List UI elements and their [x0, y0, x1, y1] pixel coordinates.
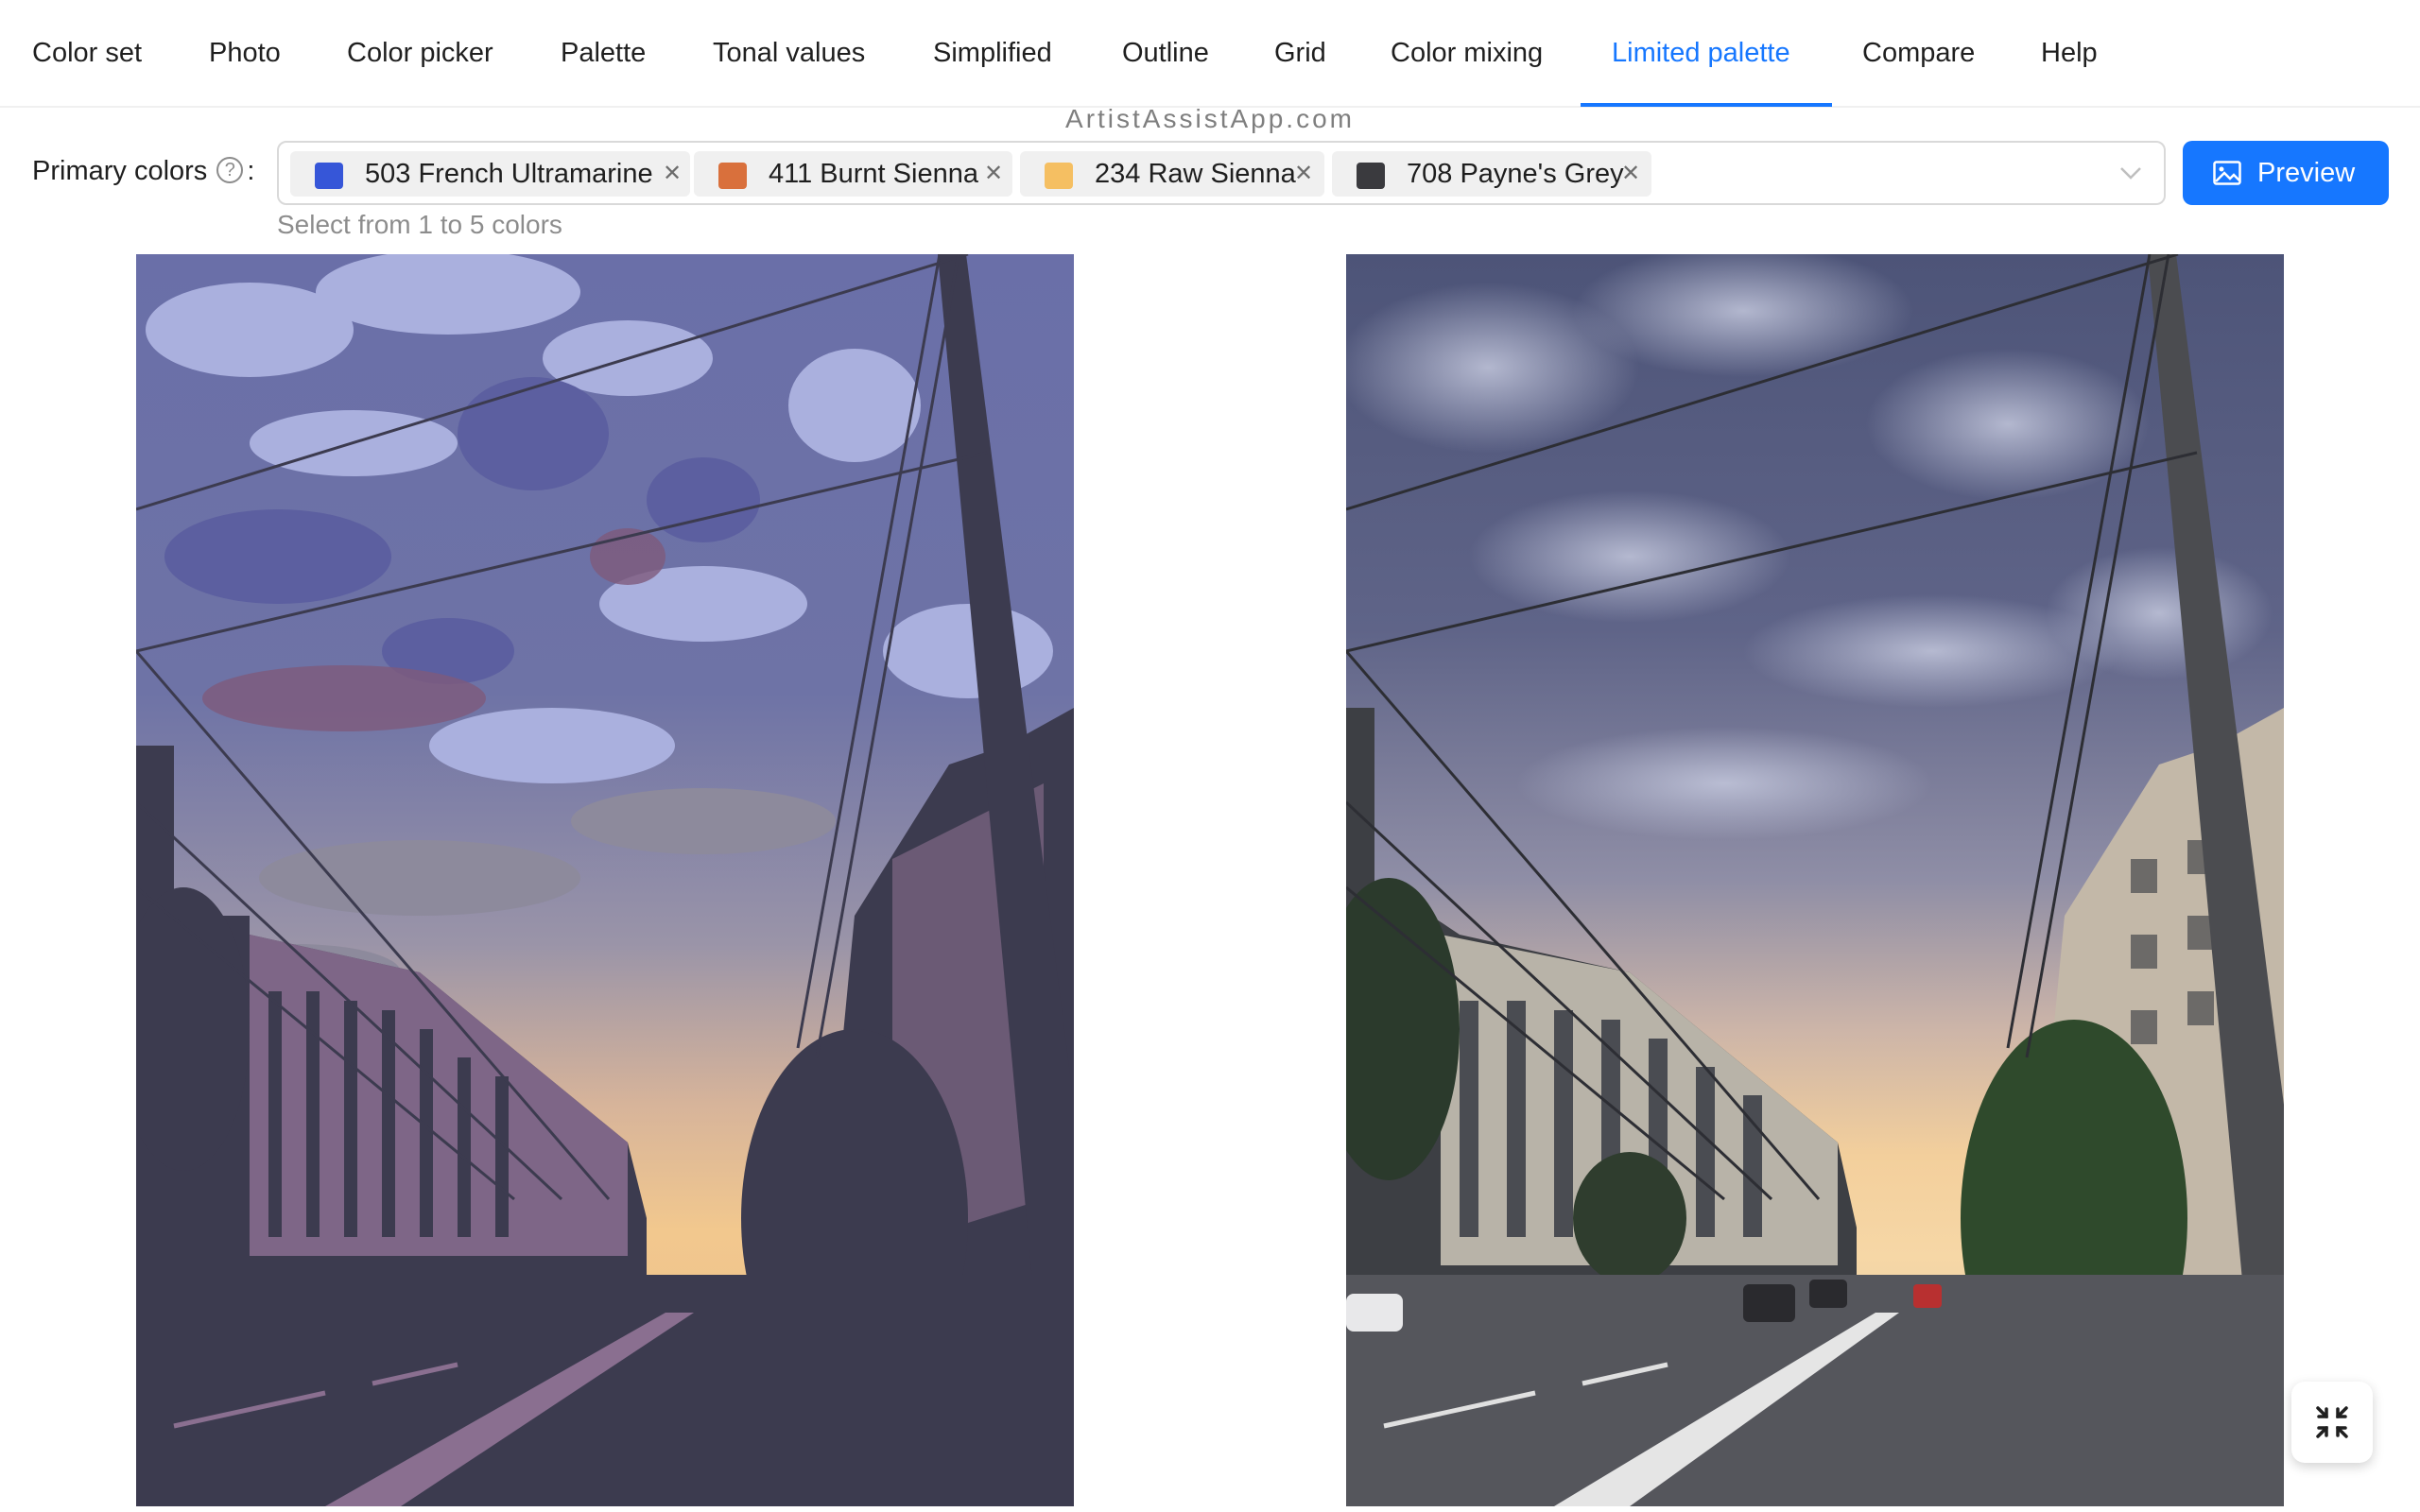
- label-colon: :: [247, 156, 255, 186]
- color-swatch: [315, 163, 343, 189]
- tab-limited-palette[interactable]: Limited palette: [1612, 0, 1790, 106]
- main-tab-bar: Color set Photo Color picker Palette Ton…: [0, 0, 2420, 108]
- tab-color-set[interactable]: Color set: [32, 0, 142, 106]
- primary-colors-label: Primary colors: [32, 156, 208, 186]
- color-tag-label: 503 French Ultramarine: [365, 159, 653, 189]
- original-photo-image: [1346, 254, 2284, 1506]
- tab-color-picker[interactable]: Color picker: [347, 0, 493, 106]
- chevron-down-icon[interactable]: [2117, 156, 2145, 190]
- tab-photo[interactable]: Photo: [209, 0, 281, 106]
- picture-icon: [2213, 161, 2241, 185]
- tab-compare[interactable]: Compare: [1862, 0, 1975, 106]
- color-tag-burnt-sienna: 411 Burnt Sienna ✕: [694, 151, 1012, 197]
- limited-palette-result-image: [136, 254, 1074, 1506]
- color-tag-french-ultramarine: 503 French Ultramarine ✕: [290, 151, 690, 197]
- tab-tonal-values[interactable]: Tonal values: [713, 0, 865, 106]
- primary-colors-select[interactable]: 503 French Ultramarine ✕ 411 Burnt Sienn…: [277, 141, 2166, 205]
- watermark: ArtistAssistApp.com: [1065, 104, 1355, 133]
- tab-color-mixing[interactable]: Color mixing: [1391, 0, 1543, 106]
- color-tag-label: 411 Burnt Sienna: [769, 159, 978, 189]
- primary-colors-label-row: Primary colors?:: [32, 151, 254, 191]
- tab-help[interactable]: Help: [2041, 0, 2098, 106]
- close-icon[interactable]: ✕: [663, 151, 682, 197]
- posterized-street-scene: [136, 254, 1074, 1506]
- color-tag-label: 234 Raw Sienna: [1095, 159, 1296, 189]
- question-circle-icon[interactable]: ?: [216, 157, 244, 184]
- fullscreen-exit-icon: [2316, 1406, 2348, 1438]
- color-swatch: [1357, 163, 1385, 189]
- original-street-scene: [1346, 254, 2284, 1506]
- tab-outline[interactable]: Outline: [1122, 0, 1209, 106]
- tab-simplified[interactable]: Simplified: [933, 0, 1052, 106]
- close-icon[interactable]: ✕: [1621, 151, 1640, 197]
- fullscreen-exit-button[interactable]: [2291, 1382, 2373, 1463]
- color-tag-label: 708 Payne's Grey: [1407, 159, 1624, 189]
- color-swatch: [718, 163, 747, 189]
- color-swatch: [1045, 163, 1073, 189]
- preview-button[interactable]: Preview: [2183, 141, 2389, 205]
- tab-grid[interactable]: Grid: [1274, 0, 1326, 106]
- close-icon[interactable]: ✕: [984, 151, 1003, 197]
- preview-button-label: Preview: [2257, 158, 2356, 188]
- tab-palette[interactable]: Palette: [561, 0, 646, 106]
- primary-colors-hint: Select from 1 to 5 colors: [277, 210, 562, 239]
- close-icon[interactable]: ✕: [1294, 151, 1313, 197]
- color-tag-paynes-grey: 708 Payne's Grey ✕: [1332, 151, 1651, 197]
- color-tag-raw-sienna: 234 Raw Sienna ✕: [1020, 151, 1324, 197]
